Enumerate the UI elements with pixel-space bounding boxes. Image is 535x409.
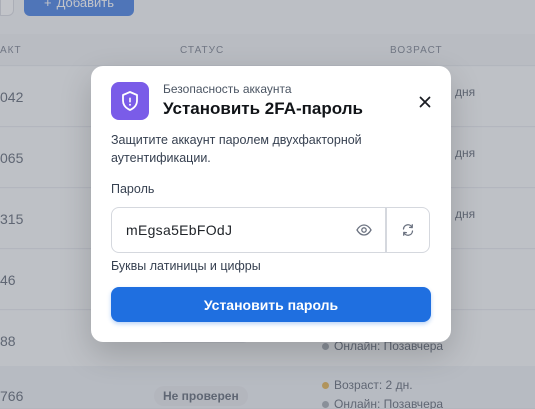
dialog-subtitle: Безопасность аккаунта [163, 82, 292, 96]
refresh-icon [402, 224, 414, 236]
password-input[interactable] [111, 207, 343, 253]
dialog-description: Защитите аккаунт паролем двухфакторной а… [111, 133, 362, 165]
regenerate-password-button[interactable] [386, 207, 430, 253]
set-password-button[interactable]: Установить пароль [111, 287, 431, 322]
shield-icon [111, 82, 149, 120]
password-label: Пароль [111, 182, 155, 196]
close-icon[interactable] [416, 93, 434, 111]
eye-icon [355, 224, 372, 236]
password-field-group [111, 207, 431, 253]
password-hint: Буквы латиницы и цифры [111, 259, 261, 273]
toggle-visibility-button[interactable] [342, 207, 386, 253]
dialog-title: Установить 2FA-пароль [163, 99, 363, 118]
set-2fa-password-dialog: Безопасность аккаунта Установить 2FA-пар… [91, 66, 451, 342]
